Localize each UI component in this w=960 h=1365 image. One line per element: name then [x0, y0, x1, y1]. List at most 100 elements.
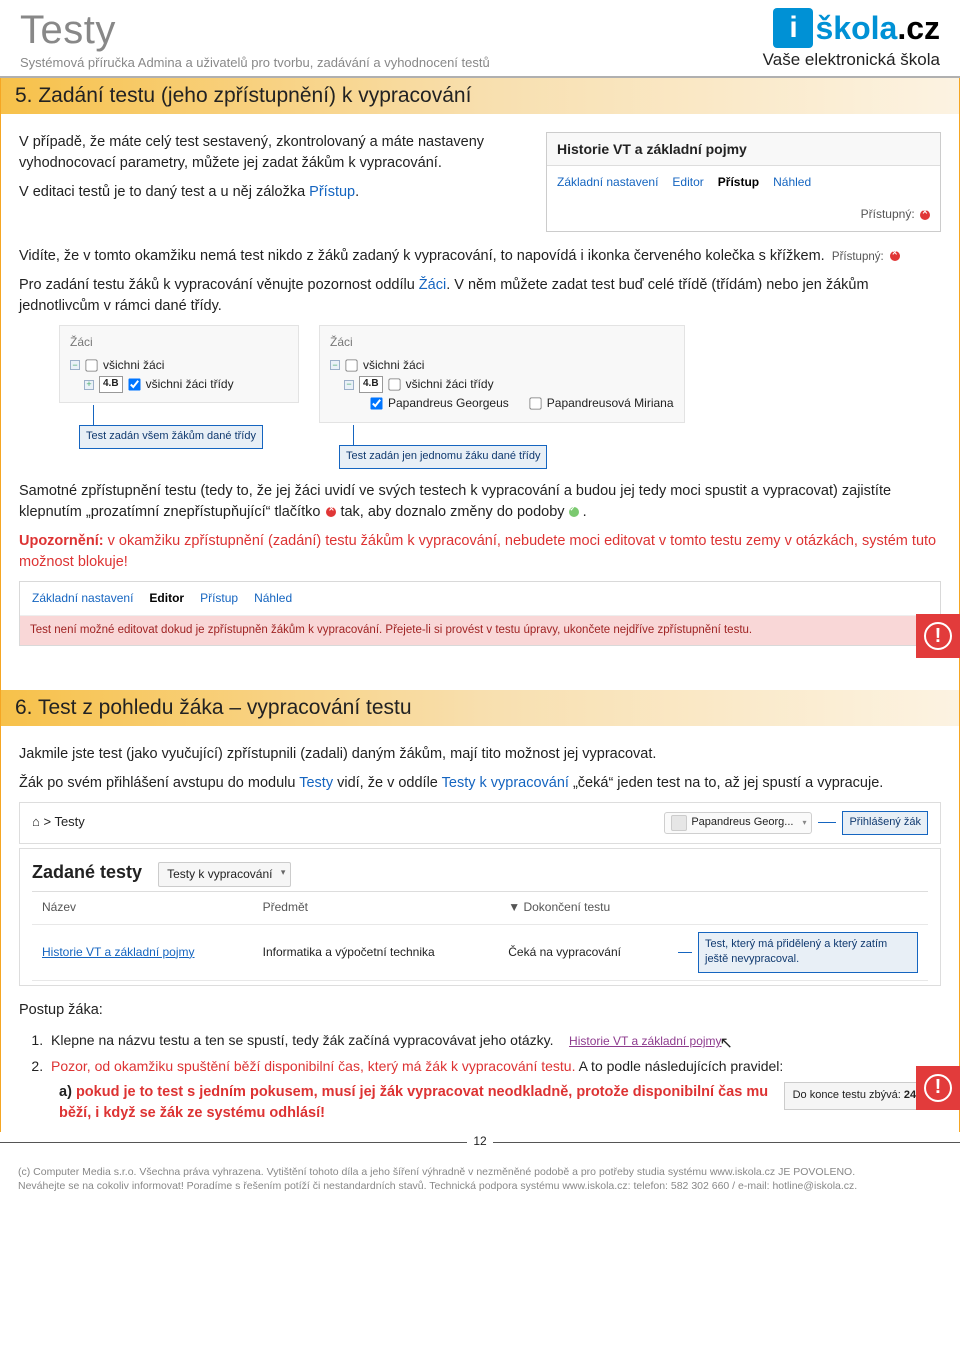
- th-name[interactable]: Název: [32, 892, 253, 924]
- tree-panel-right: Žáci − všichni žáci − 4.B všichni žáci t…: [319, 325, 685, 423]
- warn-text: v okamžiku zpřístupnění (zadání) testu ž…: [19, 533, 936, 570]
- two-tree-panels: Žáci − všichni žáci + 4.B všichni žáci t…: [59, 325, 941, 469]
- tree-pupils-r: Papandreus Georgeus Papandreusová Mirian…: [330, 394, 674, 413]
- logo: i škola.cz: [763, 8, 940, 48]
- table-row: Historie VT a základní pojmy Informatika…: [32, 924, 928, 981]
- steps-list: Klepne na názvu testu a ten se spustí, t…: [47, 1029, 941, 1075]
- tree-all-l[interactable]: − všichni žáci: [70, 356, 288, 375]
- deny-icon[interactable]: [920, 210, 930, 220]
- class-tag: 4.B: [359, 376, 383, 393]
- page-number: 12: [0, 1142, 960, 1157]
- s5-p5: Samotné zpřístupnění testu (tedy to, že …: [19, 481, 941, 523]
- page-header: Testy Systémová příručka Admina a uživat…: [0, 0, 960, 78]
- tab-nahled[interactable]: Náhled: [773, 174, 811, 191]
- zadane-block: Zadané testy Testy k vypracování Název P…: [19, 848, 941, 987]
- expander-icon[interactable]: +: [84, 380, 94, 390]
- test-name-link[interactable]: Historie VT a základní pojmy: [32, 924, 253, 981]
- tab-editor[interactable]: Editor: [672, 174, 703, 191]
- access-panel-tabs: Základní nastavení Editor Přístup Náhled: [547, 166, 940, 199]
- doc-title: Testy: [20, 8, 490, 53]
- allow-icon[interactable]: [569, 507, 579, 517]
- access-panel: Historie VT a základní pojmy Základní na…: [546, 132, 941, 232]
- s5-p3: Vidíte, že v tomto okamžiku nemá test ni…: [19, 246, 941, 267]
- content-frame: 5. Zadání testu (jeho zpřístupnění) k vy…: [0, 78, 960, 1132]
- tab-pristup[interactable]: Přístup: [718, 174, 759, 191]
- callout-right-wrap: Test zadán jen jednomu žáku dané třídy: [339, 425, 685, 469]
- access-panel-title: Historie VT a základní pojmy: [547, 133, 940, 166]
- doc-subtitle: Systémová příručka Admina a uživatelů pr…: [20, 55, 490, 70]
- zadane-title: Zadané testy: [32, 859, 142, 885]
- cursor-icon: ↖: [719, 1035, 732, 1052]
- step-2: Pozor, od okamžiku spuštění běží disponi…: [47, 1056, 941, 1076]
- s6-p1: Jakmile jste test (jako vyučující) zpřís…: [19, 744, 941, 765]
- tree-right-wrap: Žáci − všichni žáci − 4.B všichni žáci t…: [319, 325, 685, 469]
- tabs-row2: Základní nastavení Editor Přístup Náhled: [20, 582, 940, 616]
- tree-class-l[interactable]: + 4.B všichni žáci třídy: [70, 375, 288, 394]
- expander-icon[interactable]: −: [344, 380, 354, 390]
- callout-right-tree: Test zadán jen jednomu žáku dané třídy: [339, 445, 547, 469]
- tree-title-r: Žáci: [330, 334, 674, 351]
- header-left: Testy Systémová příručka Admina a uživat…: [20, 8, 490, 70]
- pristup-link: Přístup: [309, 184, 355, 200]
- tree-title-l: Žáci: [70, 334, 288, 351]
- footer-line-1: (c) Computer Media s.r.o. Všechna práva …: [18, 1165, 942, 1179]
- expander-icon[interactable]: −: [70, 360, 80, 370]
- cb-all-l[interactable]: [85, 359, 97, 371]
- s5-p4: Pro zadání testu žáků k vypracování věnu…: [19, 275, 941, 317]
- test-status: Čeká na vypracování: [498, 924, 668, 981]
- start-test-link[interactable]: Historie VT a základní pojmy: [569, 1034, 722, 1048]
- tree-all-r[interactable]: − všichni žáci: [330, 356, 674, 375]
- cb-class-r[interactable]: [388, 378, 400, 390]
- tree-class-r[interactable]: − 4.B všichni žáci třídy: [330, 375, 674, 394]
- user-callout: Přihlášený žák: [842, 811, 928, 835]
- avatar: [671, 815, 687, 831]
- th-status[interactable]: ▼ Dokončení testu: [498, 892, 668, 924]
- user-chip[interactable]: Papandreus Georg...: [664, 812, 812, 834]
- logo-icon: i: [773, 8, 813, 48]
- row-callout: Test, který má přidělený a který zatím j…: [698, 932, 918, 974]
- s6-p2: Žák po svém přihlášení avstupu do modulu…: [19, 773, 941, 794]
- cb-pupil1[interactable]: [370, 398, 382, 410]
- tab2-pristup[interactable]: Přístup: [200, 590, 238, 607]
- callout-left: Test zadán všem žákům dané třídy: [79, 425, 263, 449]
- tree-panel-left: Žáci − všichni žáci + 4.B všichni žáci t…: [59, 325, 299, 403]
- footer: (c) Computer Media s.r.o. Všechna práva …: [0, 1161, 960, 1203]
- tab2-nahled[interactable]: Náhled: [254, 590, 292, 607]
- deny-icon-toggle[interactable]: [326, 507, 336, 517]
- rule-a-text: pokud je to test s jedním pokusem, musí …: [59, 1084, 768, 1121]
- logo-tagline: Vaše elektronická škola: [763, 50, 940, 70]
- test-subject: Informatika a výpočetní technika: [253, 924, 499, 981]
- logo-text: škola.cz: [815, 10, 940, 47]
- breadcrumb-panel: > Testy Papandreus Georg... Přihlášený ž…: [19, 802, 941, 844]
- cb-pupil2[interactable]: [529, 398, 541, 410]
- inline-status: Přístupný:: [829, 251, 884, 263]
- tab-zakladni[interactable]: Základní nastavení: [557, 174, 658, 191]
- tab2-editor[interactable]: Editor: [149, 590, 184, 607]
- testy-vyprac-link: Testy k vypracování: [442, 775, 569, 791]
- tabs-ui-locked: Základní nastavení Editor Přístup Náhled…: [19, 581, 941, 646]
- postup-title: Postup žáka:: [19, 1000, 941, 1021]
- tab2-zakladni[interactable]: Základní nastavení: [32, 590, 133, 607]
- testy-link: Testy: [299, 775, 333, 791]
- access-status-label: Přístupný:: [861, 207, 915, 221]
- cb-all-r[interactable]: [345, 359, 357, 371]
- tests-dropdown[interactable]: Testy k vypracování: [158, 862, 291, 887]
- exclaim-icon: !: [916, 614, 960, 658]
- step-1: Klepne na názvu testu a ten se spustí, t…: [47, 1029, 941, 1052]
- footer-line-2: Neváhejte se na cokoliv informovat! Pora…: [18, 1179, 942, 1193]
- deny-icon-inline: [890, 251, 900, 261]
- breadcrumb[interactable]: > Testy: [32, 813, 85, 832]
- th-subject[interactable]: Předmět: [253, 892, 499, 924]
- cb-class-l[interactable]: [128, 378, 140, 390]
- rule-a: a) pokud je to test s jedním pokusem, mu…: [59, 1082, 941, 1124]
- warn-label: Upozornění:: [19, 533, 104, 549]
- section6-heading-bar: 6. Test z pohledu žáka – vypracování tes…: [1, 690, 959, 726]
- rule-a-label: a): [59, 1084, 72, 1100]
- access-status-row: Přístupný:: [547, 200, 940, 231]
- class-tag: 4.B: [99, 376, 123, 393]
- expander-icon[interactable]: −: [330, 360, 340, 370]
- tests-table: Název Předmět ▼ Dokončení testu Historie…: [32, 891, 928, 981]
- zaci-link: Žáci: [419, 277, 446, 293]
- s5-warn: Upozornění: v okamžiku zpřístupnění (zad…: [19, 531, 941, 573]
- tree-left-wrap: Žáci − všichni žáci + 4.B všichni žáci t…: [59, 325, 299, 469]
